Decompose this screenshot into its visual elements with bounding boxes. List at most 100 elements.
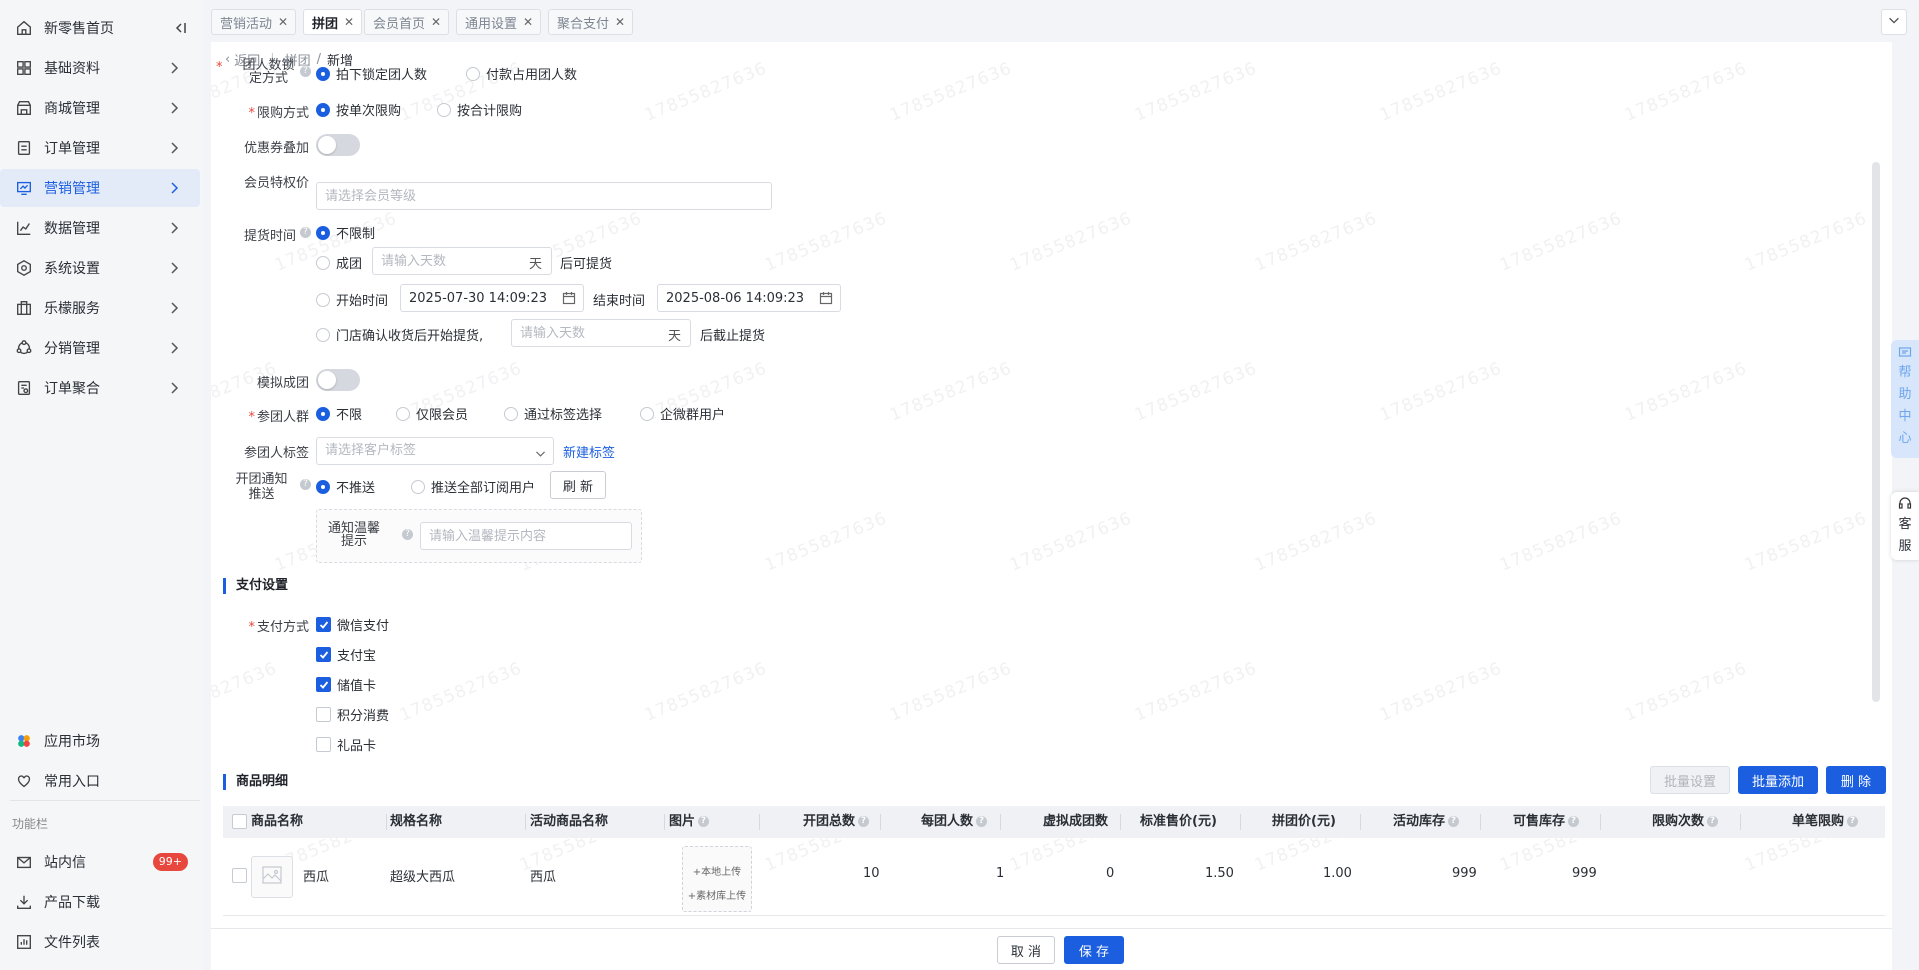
sidebar-item-service[interactable]: 乐檬服务 bbox=[0, 289, 200, 327]
checkbox-points[interactable]: 积分消费 bbox=[316, 705, 389, 724]
sidebar-item-aggregate[interactable]: 订单聚合 bbox=[0, 369, 200, 407]
radio-audience-all[interactable]: 不限 bbox=[316, 404, 362, 423]
end-time-picker[interactable]: 2025-08-06 14:09:23 bbox=[657, 284, 841, 312]
help-icon[interactable]: ? bbox=[1847, 816, 1859, 827]
tab-aggregate-pay[interactable]: 聚合支付 ✕ bbox=[548, 9, 634, 35]
radio-audience-wecom[interactable]: 企微群用户 bbox=[640, 404, 725, 423]
checkbox-label: 微信支付 bbox=[337, 619, 390, 634]
tab-group-buy[interactable]: 拼团 ✕ bbox=[303, 9, 363, 35]
sidebar-item-app-market[interactable]: 应用市场 bbox=[0, 722, 200, 760]
checkbox-stored-value-card[interactable]: 储值卡 bbox=[316, 675, 376, 694]
label-line: 提示 bbox=[340, 534, 367, 549]
sidebar-item-label: 文件列表 bbox=[44, 935, 100, 951]
member-level-select[interactable] bbox=[316, 182, 772, 210]
sidebar-item-orders[interactable]: 订单管理 bbox=[0, 129, 200, 167]
help-icon[interactable]: ? bbox=[976, 816, 988, 827]
help-center-tab[interactable]: 帮 助 中 心 bbox=[1891, 340, 1919, 458]
help-icon[interactable]: ? bbox=[300, 227, 311, 238]
collapse-sidebar-icon[interactable] bbox=[172, 20, 188, 36]
col-activity-goods-name: 活动商品名称 bbox=[530, 814, 609, 829]
help-icon[interactable]: ? bbox=[1568, 816, 1580, 827]
radio-lock-on-order[interactable]: 拍下锁定团人数 bbox=[316, 64, 427, 83]
sidebar-item-marketing[interactable]: 营销管理 bbox=[0, 169, 200, 207]
batch-set-button[interactable]: 批量设置 bbox=[1650, 766, 1730, 794]
help-text: 助 bbox=[1898, 387, 1912, 402]
sidebar-item-distribution[interactable]: 分销管理 bbox=[0, 329, 200, 367]
radio-notify-all[interactable]: 推送全部订阅用户 bbox=[411, 477, 535, 496]
sidebar-item-favorites[interactable]: 常用入口 bbox=[0, 762, 200, 800]
upload-local-button[interactable]: +本地上传 bbox=[683, 861, 751, 885]
simulate-group-switch[interactable] bbox=[316, 369, 360, 391]
coupon-stack-switch[interactable] bbox=[316, 134, 360, 156]
chevron-right-icon bbox=[166, 300, 182, 316]
pickup-days-input[interactable] bbox=[372, 247, 552, 275]
tip-input[interactable] bbox=[420, 522, 632, 550]
radio-audience-member[interactable]: 仅限会员 bbox=[396, 404, 468, 423]
select-all-checkbox[interactable] bbox=[232, 814, 253, 829]
upload-library-button[interactable]: +素材库上传 bbox=[683, 885, 751, 909]
col-spec-name: 规格名称 bbox=[390, 814, 443, 829]
image-placeholder-icon bbox=[261, 864, 283, 890]
payment-section-title: 支付设置 bbox=[223, 578, 288, 594]
close-icon[interactable]: ✕ bbox=[431, 15, 441, 29]
start-time-picker[interactable]: 2025-07-30 14:09:23 bbox=[400, 284, 584, 312]
sidebar-item-messages[interactable]: 站内信 99+ bbox=[0, 843, 200, 881]
checkbox-label: 储值卡 bbox=[337, 679, 377, 694]
col-divider bbox=[759, 814, 760, 830]
radio-dot bbox=[316, 406, 330, 421]
help-icon[interactable]: ? bbox=[402, 529, 413, 540]
help-icon[interactable]: ? bbox=[300, 66, 311, 77]
after-store-text: 后截止提货 bbox=[700, 329, 766, 344]
close-icon[interactable]: ✕ bbox=[523, 15, 533, 29]
tab-member-home[interactable]: 会员首页 ✕ bbox=[364, 9, 450, 35]
radio-pickup-range[interactable]: 开始时间 bbox=[316, 290, 388, 309]
customer-tag-select[interactable]: 请选择客户标签 bbox=[316, 437, 554, 465]
close-icon[interactable]: ✕ bbox=[344, 15, 354, 29]
delete-button[interactable]: 删 除 bbox=[1826, 766, 1886, 794]
radio-audience-tag[interactable]: 通过标签选择 bbox=[504, 404, 602, 423]
sidebar-item-data[interactable]: 数据管理 bbox=[0, 209, 200, 247]
checkbox-wechat-pay[interactable]: 微信支付 bbox=[316, 615, 389, 634]
sidebar-item-basic[interactable]: 基础资料 bbox=[0, 49, 200, 87]
service-icon bbox=[14, 298, 34, 318]
radio-pickup-unlimited[interactable]: 不限制 bbox=[316, 223, 375, 242]
help-icon[interactable]: ? bbox=[698, 816, 710, 827]
row-checkbox[interactable] bbox=[232, 868, 253, 883]
chevron-right-icon bbox=[166, 180, 182, 196]
help-icon[interactable]: ? bbox=[858, 816, 870, 827]
tab-dropdown-button[interactable] bbox=[1881, 9, 1907, 35]
cancel-button[interactable]: 取 消 bbox=[997, 936, 1055, 964]
required-mark: * bbox=[248, 410, 255, 425]
help-icon[interactable]: ? bbox=[300, 479, 311, 490]
batch-add-button[interactable]: 批量添加 bbox=[1738, 766, 1818, 794]
radio-lock-on-pay[interactable]: 付款占用团人数 bbox=[466, 64, 577, 83]
vertical-scrollbar[interactable] bbox=[1872, 162, 1880, 702]
radio-label: 开始时间 bbox=[336, 294, 389, 309]
new-tag-link[interactable]: 新建标签 bbox=[563, 442, 615, 461]
refresh-button[interactable]: 刷 新 bbox=[550, 471, 606, 499]
sidebar-item-settings[interactable]: 系统设置 bbox=[0, 249, 200, 287]
help-icon[interactable]: ? bbox=[1707, 816, 1719, 827]
sidebar-item-download[interactable]: 产品下载 bbox=[0, 883, 200, 921]
radio-limit-single[interactable]: 按单次限购 bbox=[316, 100, 401, 119]
save-button[interactable]: 保 存 bbox=[1064, 936, 1124, 964]
close-icon[interactable]: ✕ bbox=[615, 15, 625, 29]
radio-pickup-after-group[interactable]: 成团 bbox=[316, 253, 362, 272]
aggregate-icon bbox=[14, 378, 34, 398]
tab-general-settings[interactable]: 通用设置 ✕ bbox=[456, 9, 542, 35]
checkbox-gift-card[interactable]: 礼品卡 bbox=[316, 735, 376, 754]
radio-notify-none[interactable]: 不推送 bbox=[316, 477, 375, 496]
close-icon[interactable]: ✕ bbox=[278, 15, 288, 29]
sidebar-item-files[interactable]: 文件列表 bbox=[0, 923, 200, 961]
customer-service-tab[interactable]: 客 服 bbox=[1891, 492, 1919, 560]
col-label: 限购次数 bbox=[1652, 814, 1705, 829]
radio-pickup-store-confirm[interactable]: 门店确认收货后开始提货, bbox=[316, 325, 483, 344]
sidebar-item-home[interactable]: 新零售首页 bbox=[0, 9, 200, 47]
sidebar-item-mall[interactable]: 商城管理 bbox=[0, 89, 200, 127]
file-list-icon bbox=[14, 932, 34, 952]
help-icon[interactable]: ? bbox=[1448, 816, 1460, 827]
tab-marketing-activity[interactable]: 营销活动 ✕ bbox=[211, 9, 297, 35]
checkbox-alipay[interactable]: 支付宝 bbox=[316, 645, 376, 664]
radio-limit-total[interactable]: 按合计限购 bbox=[437, 100, 522, 119]
store-days-input[interactable] bbox=[511, 319, 691, 347]
